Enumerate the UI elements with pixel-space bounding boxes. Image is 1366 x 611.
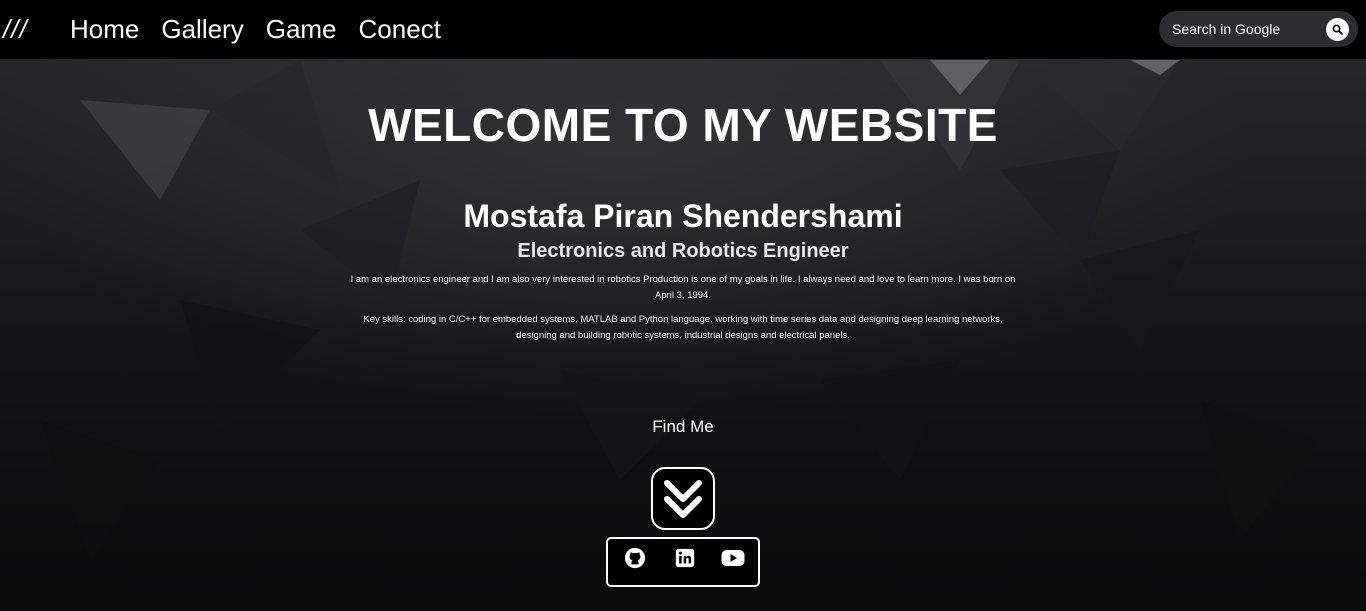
youtube-icon (721, 550, 745, 566)
linkedin-icon (675, 548, 695, 568)
search-box (1159, 11, 1358, 47)
github-icon (624, 547, 646, 569)
page-title: WELCOME TO MY WEBSITE (368, 99, 998, 151)
search-input[interactable] (1172, 21, 1322, 37)
find-me-label: Find Me (652, 417, 714, 436)
nav-links: Home Gallery Game Conect (70, 14, 441, 45)
github-link[interactable] (623, 546, 647, 570)
scroll-down-button[interactable] (651, 467, 715, 530)
bio-paragraph: I am an electronics engineer and I am al… (350, 274, 1016, 301)
youtube-link[interactable] (721, 546, 745, 570)
nav-link-game[interactable]: Game (266, 14, 337, 45)
nav-link-gallery[interactable]: Gallery (161, 14, 243, 45)
person-role: Electronics and Robotics Engineer (517, 240, 849, 262)
skills-paragraph: Key skills: coding in C/C++ for embedded… (363, 314, 1003, 341)
search-icon (1332, 24, 1343, 35)
person-name: Mostafa Piran Shendershami (463, 198, 903, 234)
double-chevron-down-icon (664, 479, 702, 518)
search-button[interactable] (1326, 18, 1349, 41)
nav-link-home[interactable]: Home (70, 14, 139, 45)
menu-toggle[interactable]: /// (3, 14, 28, 45)
social-links (606, 537, 760, 587)
top-navbar: /// Home Gallery Game Conect (0, 0, 1366, 59)
linkedin-link[interactable] (673, 546, 697, 570)
nav-link-conect[interactable]: Conect (359, 14, 441, 45)
